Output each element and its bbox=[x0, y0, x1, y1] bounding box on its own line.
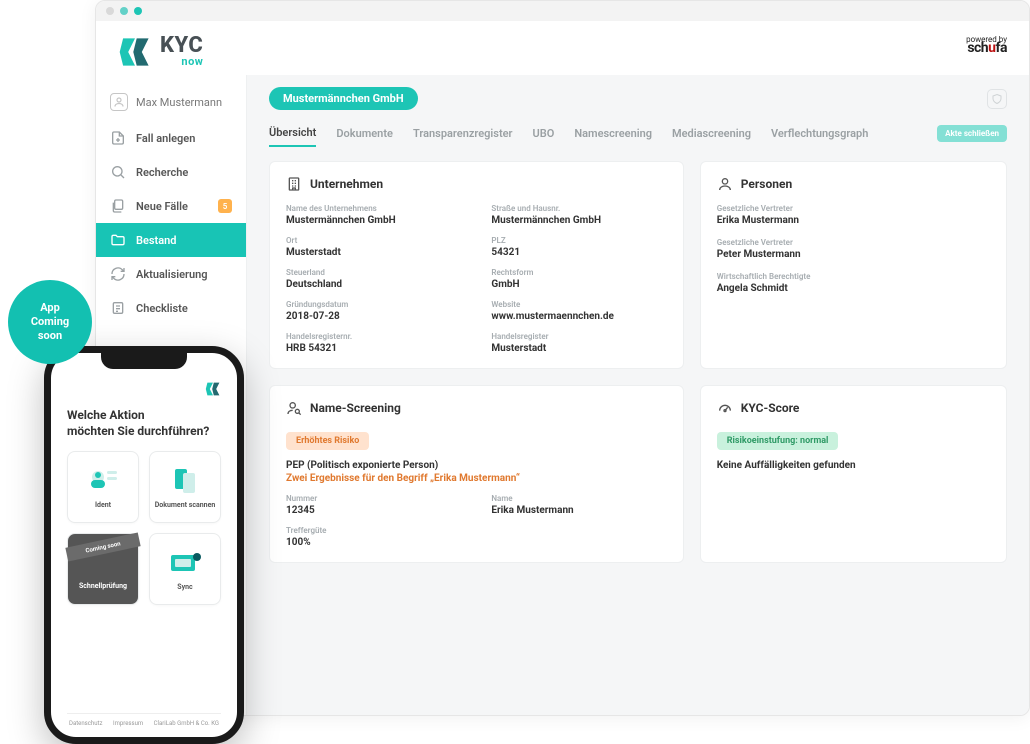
card-personen: Personen Gesetzliche VertreterErika Must… bbox=[700, 161, 1007, 369]
phone-footer: Datenschutz Impressum ClariLab GmbH & Co… bbox=[67, 713, 221, 737]
logo-mark-icon bbox=[118, 35, 152, 69]
main-panel: Mustermännchen GmbH Übersicht Dokumente … bbox=[246, 75, 1029, 715]
window-titlebar bbox=[96, 1, 1029, 21]
file-plus-icon bbox=[110, 130, 126, 146]
tabs: Übersicht Dokumente Transparenzregister … bbox=[269, 120, 1007, 147]
powered-by: powered by schufa bbox=[966, 35, 1007, 54]
card-kyc-score: KYC-Score Risikoeinstufung: normal Keine… bbox=[700, 385, 1007, 563]
sidebar-item-label: Fall anlegen bbox=[136, 132, 195, 145]
tab-mediascreening[interactable]: Mediascreening bbox=[672, 121, 751, 146]
tab-uebersicht[interactable]: Übersicht bbox=[269, 120, 316, 147]
footer-text: ClariLab GmbH & Co. KG bbox=[154, 720, 219, 727]
phone-notch bbox=[101, 353, 187, 369]
search-icon bbox=[110, 164, 126, 180]
logo-mark-icon bbox=[205, 381, 221, 397]
app-logo: KYC now bbox=[118, 35, 203, 69]
document-scan-icon bbox=[165, 465, 205, 497]
risk-badge: Risikoeinstufung: normal bbox=[717, 432, 839, 450]
pep-title: PEP (Politisch exponierte Person) bbox=[286, 460, 667, 471]
logo-text-kyc: KYC bbox=[160, 36, 203, 56]
user-search-icon bbox=[286, 400, 302, 416]
person-item: Gesetzliche VertreterErika Mustermann bbox=[717, 204, 990, 226]
checklist-icon bbox=[110, 300, 126, 316]
phone-card-ident[interactable]: Ident bbox=[67, 451, 139, 523]
user-icon bbox=[717, 176, 733, 192]
sidebar-item-label: Recherche bbox=[136, 166, 188, 179]
files-icon bbox=[110, 198, 126, 214]
card-title: KYC-Score bbox=[741, 401, 800, 415]
tab-ubo[interactable]: UBO bbox=[533, 121, 555, 146]
sidebar-item-checkliste[interactable]: Checkliste bbox=[96, 291, 246, 325]
phone-mock: Welche Aktionmöchten Sie durchführen? Id… bbox=[44, 346, 244, 744]
topbar: KYC now powered by schufa bbox=[96, 21, 1029, 75]
user-name: Max Mustermann bbox=[136, 96, 222, 109]
sidebar-badge: 5 bbox=[218, 199, 232, 213]
kyc-text: Keine Auffälligkeiten gefunden bbox=[717, 460, 990, 471]
card-title: Personen bbox=[741, 177, 792, 191]
sidebar-item-recherche[interactable]: Recherche bbox=[96, 155, 246, 189]
phone-card-schnellpruefung[interactable]: Coming soon Schnellprüfung bbox=[67, 533, 139, 605]
ribbon: Coming soon bbox=[65, 533, 140, 562]
pep-subtitle: Zwei Ergebnisse für den Begriff „Erika M… bbox=[286, 473, 667, 484]
phone-logo bbox=[67, 381, 221, 397]
traffic-light-icon bbox=[106, 7, 114, 15]
card-title: Unternehmen bbox=[310, 177, 383, 191]
phone-card-scan[interactable]: Dokument scannen bbox=[149, 451, 221, 523]
sidebar-item-bestand[interactable]: Bestand bbox=[96, 223, 246, 257]
ident-icon bbox=[83, 465, 123, 497]
powered-brand: schufa bbox=[966, 44, 1007, 54]
tab-transparenzregister[interactable]: Transparenzregister bbox=[413, 121, 513, 146]
traffic-light-icon bbox=[120, 7, 128, 15]
close-file-button[interactable]: Akte schließen bbox=[937, 125, 1007, 142]
gauge-icon bbox=[717, 400, 733, 416]
building-icon bbox=[286, 176, 302, 192]
sidebar-item-label: Bestand bbox=[136, 234, 177, 247]
sidebar-item-aktualisierung[interactable]: Aktualisierung bbox=[96, 257, 246, 291]
refresh-icon bbox=[110, 266, 126, 282]
shield-icon bbox=[991, 93, 1003, 105]
sidebar-item-label: Neue Fälle bbox=[136, 200, 188, 213]
person-item: Wirtschaftlich BerechtigteAngela Schmidt bbox=[717, 272, 990, 294]
sidebar-item-label: Aktualisierung bbox=[136, 268, 208, 281]
user-avatar-icon bbox=[110, 93, 128, 111]
tab-dokumente[interactable]: Dokumente bbox=[336, 121, 393, 146]
sidebar-item-neue-faelle[interactable]: Neue Fälle 5 bbox=[96, 189, 246, 223]
tab-namescreening[interactable]: Namescreening bbox=[574, 121, 652, 146]
card-unternehmen: Unternehmen Name des UnternehmensMusterm… bbox=[269, 161, 684, 369]
coming-soon-bubble: App Coming soon bbox=[8, 280, 92, 364]
card-title: Name-Screening bbox=[310, 401, 401, 415]
risk-badge: Erhöhtes Risiko bbox=[286, 432, 369, 450]
person-item: Gesetzliche VertreterPeter Mustermann bbox=[717, 238, 990, 260]
user-row[interactable]: Max Mustermann bbox=[96, 85, 246, 121]
traffic-light-icon bbox=[134, 7, 142, 15]
sync-icon bbox=[165, 547, 205, 579]
phone-card-sync[interactable]: Sync bbox=[149, 533, 221, 605]
edit-button[interactable] bbox=[987, 89, 1007, 109]
phone-title: Welche Aktionmöchten Sie durchführen? bbox=[67, 407, 221, 439]
sidebar-item-label: Checkliste bbox=[136, 302, 188, 315]
footer-link[interactable]: Datenschutz bbox=[69, 720, 102, 727]
sidebar-item-fall-anlegen[interactable]: Fall anlegen bbox=[96, 121, 246, 155]
folder-icon bbox=[110, 232, 126, 248]
company-pill: Mustermännchen GmbH bbox=[269, 87, 418, 110]
card-namescreening: Name-Screening Erhöhtes Risiko PEP (Poli… bbox=[269, 385, 684, 563]
tab-verflechtungsgraph[interactable]: Verflechtungsgraph bbox=[771, 121, 868, 146]
footer-link[interactable]: Impressum bbox=[113, 720, 143, 727]
